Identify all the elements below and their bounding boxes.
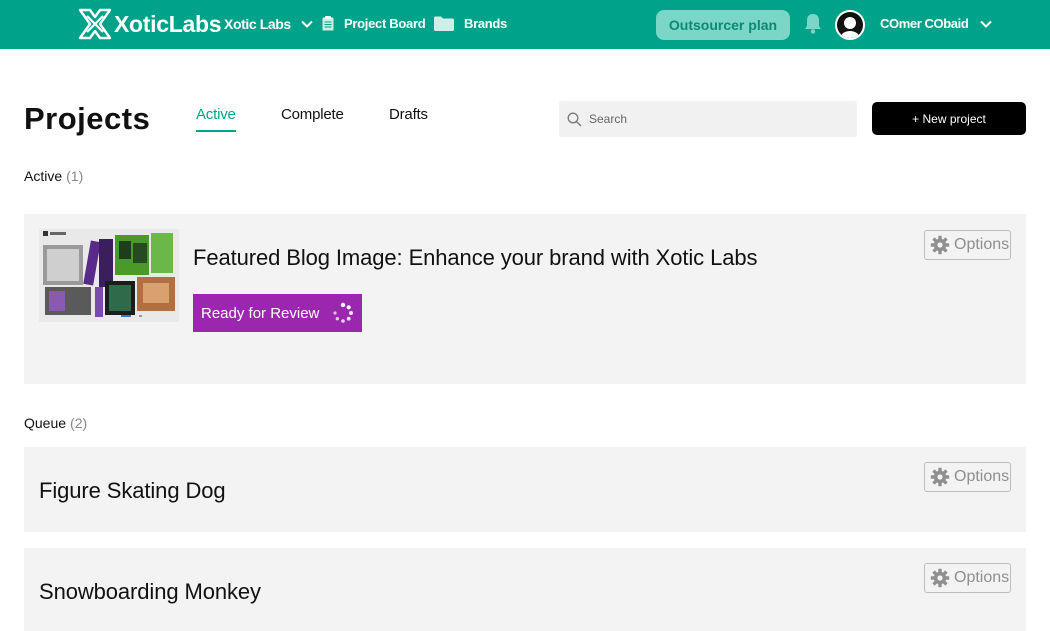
- project-thumbnail[interactable]: [39, 229, 179, 322]
- chevron-down-icon: [301, 20, 313, 28]
- options-button[interactable]: Options: [924, 563, 1011, 593]
- section-count: (2): [70, 415, 88, 431]
- options-button[interactable]: Options: [924, 462, 1011, 492]
- tab-drafts[interactable]: Drafts: [389, 106, 428, 123]
- outsourcer-plan-button[interactable]: Outsourcer plan: [656, 10, 790, 40]
- project-title[interactable]: Featured Blog Image: Enhance your brand …: [193, 245, 758, 271]
- user-avatar[interactable]: [835, 10, 865, 40]
- workspace-switcher[interactable]: Xotic Labs: [224, 16, 313, 32]
- tab-active[interactable]: Active: [196, 106, 236, 132]
- user-silhouette-icon: [837, 12, 863, 38]
- bell-icon[interactable]: [803, 13, 823, 35]
- project-card[interactable]: Snowboarding Monkey Options: [24, 548, 1026, 631]
- top-navbar: XoticLabs Xotic Labs Project Board Brand…: [0, 0, 1050, 49]
- search-input[interactable]: [589, 112, 829, 126]
- page-title: Projects: [24, 101, 151, 136]
- clipboard-icon: [322, 16, 334, 31]
- section-title: Active: [24, 168, 63, 184]
- thumbnail-image: [39, 229, 179, 322]
- status-label: Ready for Review: [201, 304, 320, 322]
- chevron-down-icon: [980, 20, 993, 28]
- search-icon: [567, 112, 582, 126]
- options-label: Options: [954, 468, 1010, 485]
- nav-project-board[interactable]: Project Board: [322, 16, 426, 31]
- new-project-button[interactable]: + New project: [872, 102, 1026, 135]
- project-card[interactable]: Featured Blog Image: Enhance your brand …: [24, 214, 1026, 384]
- folder-icon: [434, 16, 454, 31]
- section-label-queue: Queue (2): [24, 415, 87, 431]
- status-badge: Ready for Review: [193, 294, 362, 332]
- tab-complete[interactable]: Complete: [281, 106, 344, 123]
- options-label: Options: [954, 236, 1010, 253]
- user-menu[interactable]: COmer CObaid: [880, 16, 993, 31]
- options-button[interactable]: Options: [924, 230, 1011, 260]
- workspace-name: Xotic Labs: [224, 16, 291, 32]
- options-label: Options: [954, 569, 1010, 586]
- section-label-active: Active (1): [24, 168, 83, 184]
- user-name: COmer CObaid: [880, 16, 969, 31]
- project-card[interactable]: Figure Skating Dog Options: [24, 447, 1026, 532]
- x-logo-icon: [78, 8, 112, 40]
- loading-spinner-icon: [333, 302, 353, 323]
- gear-icon: [930, 568, 950, 588]
- xoticlabs-logo[interactable]: XoticLabs: [78, 8, 222, 40]
- project-title[interactable]: Snowboarding Monkey: [39, 579, 261, 605]
- nav-brands[interactable]: Brands: [434, 16, 507, 31]
- section-title: Queue: [24, 415, 67, 431]
- logo-wordmark: XoticLabs: [114, 10, 222, 37]
- gear-icon: [930, 467, 950, 487]
- search-box: [559, 101, 857, 137]
- project-title[interactable]: Figure Skating Dog: [39, 478, 226, 504]
- section-count: (1): [66, 168, 84, 184]
- nav-brands-label: Brands: [464, 16, 507, 31]
- nav-project-board-label: Project Board: [344, 16, 426, 31]
- gear-icon: [930, 235, 950, 255]
